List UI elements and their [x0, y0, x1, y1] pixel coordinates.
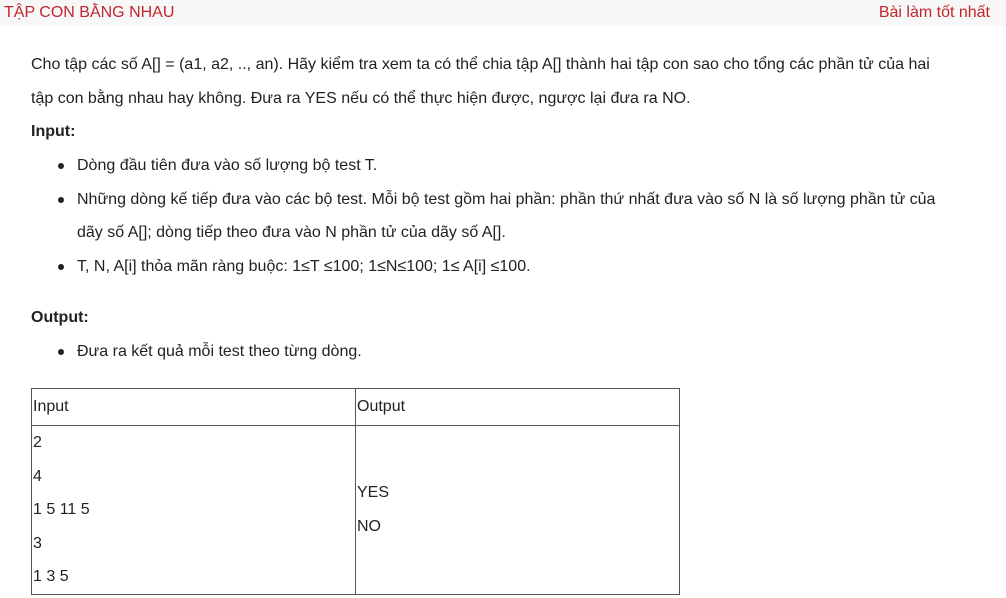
output-line: YES — [357, 484, 390, 502]
output-line: NO — [357, 517, 381, 535]
list-item: T, N, A[i] thỏa mãn ràng buộc: 1≤T ≤100;… — [57, 250, 976, 284]
input-line: 1 5 11 5 — [33, 501, 90, 518]
input-heading: Input: — [31, 123, 76, 140]
sample-output-cell: YES NO — [355, 425, 680, 595]
statement-line: tập con bằng nhau hay không. Đưa ra YES … — [31, 89, 691, 107]
problem-title: TẬP CON BẰNG NHAU — [4, 4, 175, 21]
table-header-row: Input Output — [31, 388, 680, 426]
statement-line: Cho tập các số A[] = (a1, a2, .., an). H… — [31, 56, 930, 73]
header-bar: TẬP CON BẰNG NHAU Bài làm tốt nhất — [0, 0, 1006, 26]
list-item: Đưa ra kết quả mỗi test theo từng dòng. — [57, 335, 976, 369]
problem-statement: Cho tập các số A[] = (a1, a2, .., an). H… — [31, 48, 976, 115]
list-item: Những dòng kế tiếp đưa vào các bộ test. … — [57, 183, 976, 250]
column-header-input: Input — [31, 388, 356, 426]
input-line: 4 — [33, 467, 42, 485]
input-line: 3 — [33, 534, 42, 552]
sample-table: Input Output 2 4 1 5 11 5 3 1 3 5 YES NO — [31, 388, 680, 595]
problem-content: Cho tập các số A[] = (a1, a2, .., an). H… — [31, 48, 976, 369]
output-list: Đưa ra kết quả mỗi test theo từng dòng. — [57, 335, 976, 369]
table-row: 2 4 1 5 11 5 3 1 3 5 YES NO — [31, 425, 680, 595]
best-solution-link[interactable]: Bài làm tốt nhất — [879, 4, 990, 22]
input-list: Dòng đầu tiên đưa vào số lượng bộ test T… — [57, 149, 976, 283]
input-line: 1 3 5 — [33, 568, 69, 585]
sample-input-cell: 2 4 1 5 11 5 3 1 3 5 — [31, 425, 356, 595]
list-item: Dòng đầu tiên đưa vào số lượng bộ test T… — [57, 149, 976, 183]
input-line: 2 — [33, 434, 42, 451]
output-heading: Output: — [31, 309, 89, 326]
column-header-output: Output — [355, 388, 680, 426]
